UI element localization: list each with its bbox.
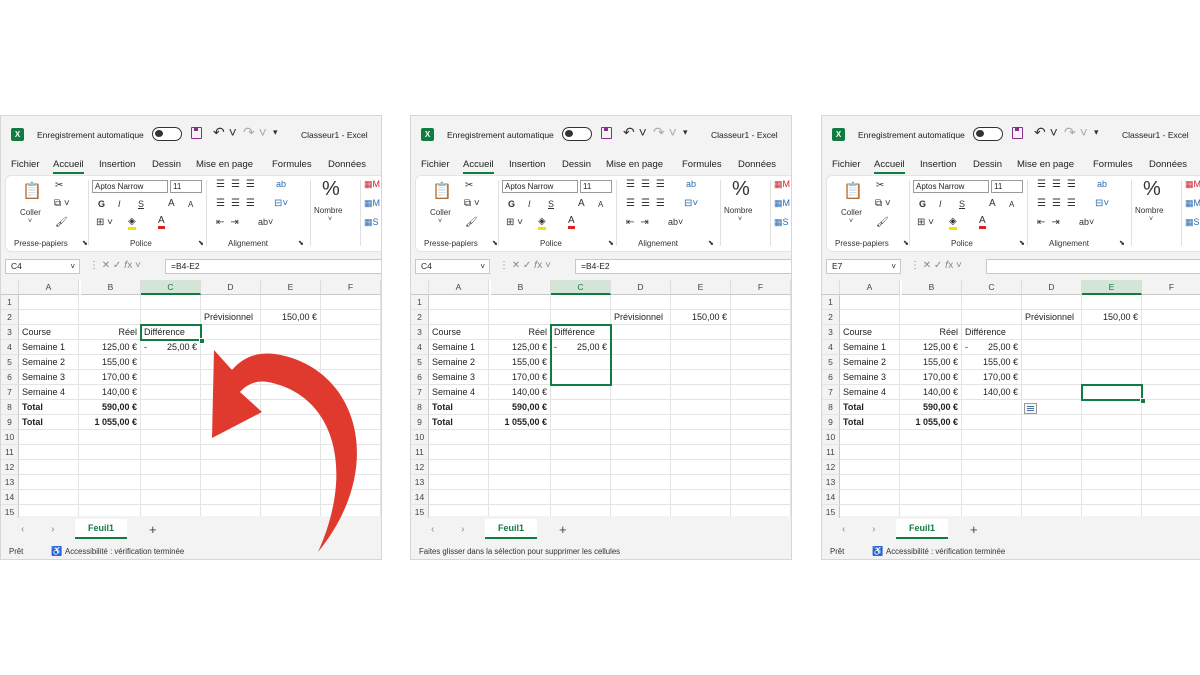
- instruction-arrow: [212, 350, 357, 552]
- instruction-arrow-shape: [212, 350, 357, 552]
